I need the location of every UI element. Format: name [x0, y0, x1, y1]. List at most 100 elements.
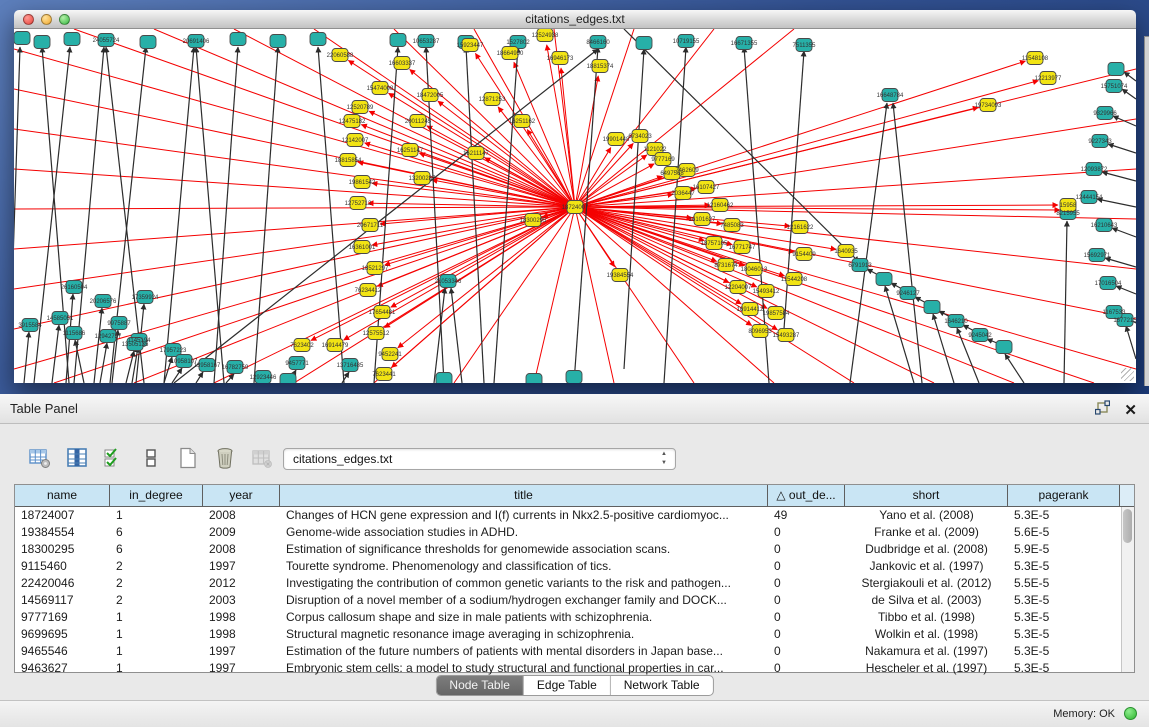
table-cell[interactable]: 5.3E-5	[1008, 660, 1120, 677]
table-cell[interactable]: Dudbridge et al. (2008)	[845, 541, 1008, 558]
table-cell[interactable]: Disruption of a novel member of a sodium…	[280, 592, 768, 609]
table-cell[interactable]: 0	[768, 558, 845, 575]
table-cell[interactable]: 0	[768, 524, 845, 541]
table-row[interactable]: 1872400712008Changes of HCN gene express…	[15, 507, 1134, 524]
table-cell[interactable]: 5.3E-5	[1008, 507, 1120, 524]
select-rows-button[interactable]	[102, 446, 126, 470]
table-cell[interactable]: Nakamura et al. (1997)	[845, 643, 1008, 660]
new-table-button[interactable]	[176, 446, 200, 470]
graph-node[interactable]	[390, 34, 406, 47]
close-panel-icon[interactable]: ✕	[1124, 403, 1137, 418]
table-row[interactable]: 946554611997Estimation of the future num…	[15, 643, 1134, 660]
table-cell[interactable]: Franke et al. (2009)	[845, 524, 1008, 541]
tab-node-table[interactable]: Node Table	[436, 676, 524, 695]
table-cell[interactable]: Corpus callosum shape and size in male p…	[280, 609, 768, 626]
table-cell[interactable]: 0	[768, 609, 845, 626]
table-cell[interactable]: Yano et al. (2008)	[845, 507, 1008, 524]
table-cell[interactable]: Stergiakouli et al. (2012)	[845, 575, 1008, 592]
table-row[interactable]: 1830029562008Estimation of significance …	[15, 541, 1134, 558]
graph-node[interactable]	[436, 373, 452, 384]
table-cell[interactable]: Jankovic et al. (1997)	[845, 558, 1008, 575]
table-cell[interactable]: 9115460	[15, 558, 110, 575]
graph-node[interactable]	[1108, 63, 1124, 76]
table-cell[interactable]: 2012	[203, 575, 280, 592]
scrollbar-thumb[interactable]	[1123, 509, 1132, 543]
graph-node[interactable]	[876, 273, 892, 286]
table-cell[interactable]: 5.5E-5	[1008, 575, 1120, 592]
graph-node[interactable]	[996, 341, 1012, 354]
graph-node[interactable]	[636, 37, 652, 50]
table-cell[interactable]: de Silva et al. (2003)	[845, 592, 1008, 609]
show-column-button[interactable]	[65, 446, 89, 470]
import-table-button-disabled[interactable]	[250, 446, 274, 470]
column-header-year[interactable]: year	[203, 485, 280, 506]
graph-node[interactable]	[280, 374, 296, 384]
table-cell[interactable]: 5.3E-5	[1008, 643, 1120, 660]
table-cell[interactable]: 5.6E-5	[1008, 524, 1120, 541]
table-cell[interactable]: 14569117	[15, 592, 110, 609]
graph-node[interactable]	[64, 33, 80, 46]
graph-node[interactable]	[924, 301, 940, 314]
table-cell[interactable]: 2	[110, 592, 203, 609]
graph-node[interactable]	[230, 33, 246, 46]
table-cell[interactable]: 18300295	[15, 541, 110, 558]
citation-graph[interactable]: 2405572420691406106532871527802846616010…	[14, 29, 1136, 383]
table-cell[interactable]: 5.3E-5	[1008, 592, 1120, 609]
table-cell[interactable]: Tourette syndrome. Phenomenology and cla…	[280, 558, 768, 575]
table-cell[interactable]: 2003	[203, 592, 280, 609]
graph-node[interactable]	[566, 371, 582, 384]
table-cell[interactable]: 0	[768, 660, 845, 677]
network-view-window[interactable]: citations_edges.txt 24055724206914061065…	[14, 10, 1136, 383]
window-resize-grip[interactable]	[1121, 368, 1134, 381]
table-cell[interactable]: 1	[110, 609, 203, 626]
column-header-out-degree[interactable]: △ out_de...	[768, 485, 845, 506]
table-cell[interactable]: Structural magnetic resonance image aver…	[280, 626, 768, 643]
table-cell[interactable]: 2008	[203, 541, 280, 558]
column-header-title[interactable]: title	[280, 485, 768, 506]
graph-node[interactable]	[270, 35, 286, 48]
table-cell[interactable]: 22420046	[15, 575, 110, 592]
table-cell[interactable]: 5.3E-5	[1008, 558, 1120, 575]
tab-network-table[interactable]: Network Table	[611, 676, 713, 695]
table-cell[interactable]: 1997	[203, 643, 280, 660]
graph-node[interactable]	[526, 374, 542, 384]
table-cell[interactable]: 2008	[203, 507, 280, 524]
table-cell[interactable]: Hescheler et al. (1997)	[845, 660, 1008, 677]
graph-node[interactable]	[140, 36, 156, 49]
table-row[interactable]: 969969511998Structural magnetic resonanc…	[15, 626, 1134, 643]
table-row[interactable]: 1938455462009Genome-wide association stu…	[15, 524, 1134, 541]
table-cell[interactable]: 0	[768, 575, 845, 592]
table-vertical-scrollbar[interactable]	[1121, 507, 1134, 672]
table-cell[interactable]: 2	[110, 558, 203, 575]
table-cell[interactable]: 5.3E-5	[1008, 609, 1120, 626]
table-cell[interactable]: 1	[110, 626, 203, 643]
table-cell[interactable]: 6	[110, 541, 203, 558]
table-cell[interactable]: 9777169	[15, 609, 110, 626]
table-cell[interactable]: Wolkin et al. (1998)	[845, 626, 1008, 643]
table-cell[interactable]: Estimation of significance thresholds fo…	[280, 541, 768, 558]
table-settings-button[interactable]	[28, 446, 52, 470]
table-cell[interactable]: 1998	[203, 626, 280, 643]
table-cell[interactable]: 0	[768, 592, 845, 609]
table-cell[interactable]: 49	[768, 507, 845, 524]
table-cell[interactable]: Changes of HCN gene expression and I(f) …	[280, 507, 768, 524]
table-cell[interactable]: 19384554	[15, 524, 110, 541]
table-cell[interactable]: Genome-wide association studies in ADHD.	[280, 524, 768, 541]
table-cell[interactable]: 18724007	[15, 507, 110, 524]
tab-edge-table[interactable]: Edge Table	[524, 676, 611, 695]
table-cell[interactable]: 5.9E-5	[1008, 541, 1120, 558]
table-cell[interactable]: 9463627	[15, 660, 110, 677]
table-cell[interactable]: 1998	[203, 609, 280, 626]
table-cell[interactable]: Estimation of the future numbers of pati…	[280, 643, 768, 660]
table-row[interactable]: 911546021997Tourette syndrome. Phenomeno…	[15, 558, 1134, 575]
column-header-name[interactable]: name	[15, 485, 110, 506]
table-cell[interactable]: 6	[110, 524, 203, 541]
table-cell[interactable]: 5.3E-5	[1008, 626, 1120, 643]
table-cell[interactable]: 0	[768, 626, 845, 643]
column-header-in-degree[interactable]: in_degree	[110, 485, 203, 506]
table-selector[interactable]: citations_edges.txt ▲▼	[283, 448, 676, 470]
column-header-short[interactable]: short	[845, 485, 1008, 506]
table-cell[interactable]: 1	[110, 643, 203, 660]
network-window-titlebar[interactable]: citations_edges.txt	[14, 10, 1136, 29]
table-cell[interactable]: 2	[110, 575, 203, 592]
